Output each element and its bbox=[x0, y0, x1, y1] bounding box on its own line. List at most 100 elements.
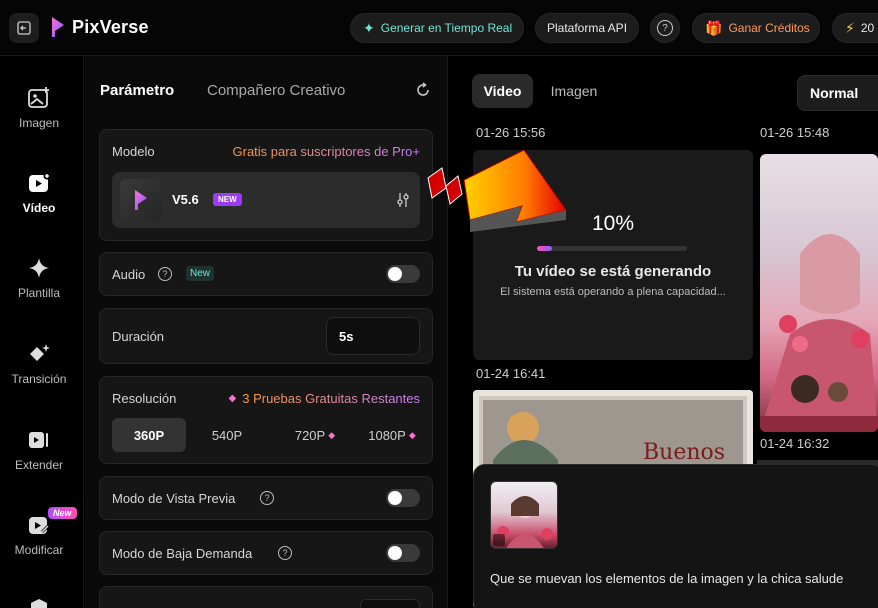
audio-toggle[interactable] bbox=[386, 265, 420, 283]
nav-item-transition[interactable]: Transición bbox=[0, 342, 78, 386]
preview-mode-toggle[interactable] bbox=[386, 489, 420, 507]
pixverse-logo-icon bbox=[52, 17, 64, 37]
resolution-option-label: 1080P bbox=[368, 427, 406, 443]
nav-label: Modificar bbox=[14, 543, 64, 557]
extra-setting-select[interactable] bbox=[360, 599, 420, 608]
resolution-card: Resolución ◆ 3 Pruebas Gratuitas Restant… bbox=[99, 376, 433, 464]
model-selector[interactable]: V5.6 NEW bbox=[112, 172, 420, 228]
exit-icon bbox=[17, 21, 31, 35]
duration-label: Duración bbox=[112, 329, 165, 344]
sliders-icon[interactable] bbox=[396, 192, 410, 213]
nav-item-template[interactable]: Plantilla bbox=[0, 256, 78, 300]
model-promo: Gratis para suscriptores de Pro+ bbox=[232, 144, 421, 159]
bolt-icon: ⚡ bbox=[845, 19, 855, 36]
sparkle-icon: ✦ bbox=[363, 19, 375, 36]
resolution-option-label: 360P bbox=[133, 427, 165, 443]
credits-label: Ganar Créditos bbox=[728, 21, 810, 35]
back-button[interactable] bbox=[9, 13, 39, 43]
nav-item-extend[interactable]: Extender bbox=[0, 428, 78, 472]
video-thumbnail[interactable] bbox=[760, 154, 878, 432]
thumbnail-art bbox=[760, 234, 878, 432]
resolution-option-label: 720P bbox=[294, 427, 326, 443]
nav-item-more[interactable] bbox=[0, 596, 78, 608]
help-icon[interactable]: ? bbox=[260, 491, 274, 505]
free-trials-text: 3 Pruebas Gratuitas Restantes bbox=[242, 391, 420, 406]
audio-label: Audio bbox=[112, 267, 146, 282]
resolution-option-label: 540P bbox=[211, 427, 243, 443]
thumbnail-text: Buenos bbox=[643, 440, 726, 465]
image-plus-icon bbox=[27, 86, 51, 110]
reference-image-thumbnail[interactable] bbox=[490, 481, 558, 549]
generating-title: Tu vídeo se está generando bbox=[514, 263, 712, 280]
help-icon[interactable]: ? bbox=[158, 267, 172, 281]
audio-new-badge: New bbox=[186, 266, 215, 281]
progress-fill bbox=[537, 246, 552, 251]
generating-subtitle: El sistema está operando a plena capacid… bbox=[500, 286, 726, 298]
realtime-label: Generar en Tiempo Real bbox=[380, 21, 513, 35]
api-platform-button[interactable]: Plataforma API bbox=[535, 13, 639, 43]
help-button[interactable]: ? bbox=[650, 13, 680, 43]
reset-icon[interactable] bbox=[415, 82, 431, 103]
model-card: Modelo Gratis para suscriptores de Pro+ … bbox=[99, 129, 433, 241]
brand-name: PixVerse bbox=[72, 16, 149, 37]
timestamp: 01-24 16:32 bbox=[760, 436, 830, 451]
extra-setting-row bbox=[99, 586, 433, 608]
duration-select[interactable]: 5s bbox=[326, 317, 420, 355]
resolution-label: Resolución bbox=[112, 391, 177, 406]
tab-parameter[interactable]: Parámetro bbox=[100, 82, 174, 99]
credits-balance: 20 bbox=[860, 21, 875, 35]
low-demand-mode-toggle[interactable] bbox=[386, 544, 420, 562]
duration-row: Duración 5s bbox=[99, 308, 433, 364]
audio-row: Audio ? New bbox=[99, 252, 433, 296]
free-trials: ◆ 3 Pruebas Gratuitas Restantes bbox=[229, 391, 420, 406]
video-plus-icon bbox=[27, 171, 51, 195]
help-icon: ? bbox=[657, 20, 673, 36]
brand-logo[interactable]: PixVerse bbox=[50, 16, 149, 38]
left-nav: Imagen Vídeo Plantilla Transición Extend… bbox=[0, 56, 84, 608]
model-name: V5.6 bbox=[172, 192, 199, 207]
gem-icon: ◆ bbox=[228, 393, 237, 404]
resolution-option-360p[interactable]: 360P bbox=[112, 418, 186, 452]
quality-value: Normal bbox=[810, 85, 859, 101]
credits-balance-button[interactable]: ⚡ 20 bbox=[832, 13, 878, 43]
nav-item-video[interactable]: Vídeo bbox=[0, 171, 78, 215]
tab-video[interactable]: Video bbox=[472, 74, 533, 108]
tab-creative-companion[interactable]: Compañero Creativo bbox=[207, 82, 345, 99]
duration-value: 5s bbox=[339, 328, 354, 344]
resolution-option-720p[interactable]: 720P ◆ bbox=[280, 418, 350, 452]
timestamp: 01-24 16:41 bbox=[476, 366, 546, 381]
help-icon[interactable]: ? bbox=[278, 546, 292, 560]
gift-icon: 🎁 bbox=[705, 19, 723, 36]
nav-item-image[interactable]: Imagen bbox=[0, 86, 78, 130]
resolution-option-540p[interactable]: 540P bbox=[196, 418, 258, 452]
tab-image[interactable]: Imagen bbox=[541, 74, 607, 108]
pixverse-logo-icon bbox=[135, 190, 147, 210]
diamond-sparkle-icon bbox=[27, 342, 51, 366]
api-label: Plataforma API bbox=[546, 21, 628, 35]
nav-label: Extender bbox=[14, 458, 64, 472]
sparkle-icon bbox=[27, 256, 51, 280]
top-header: PixVerse ✦ Generar en Tiempo Real Plataf… bbox=[0, 0, 878, 56]
gem-icon: ◆ bbox=[328, 429, 336, 440]
nav-item-modify[interactable]: New Modificar bbox=[0, 507, 78, 557]
nav-label: Vídeo bbox=[22, 201, 56, 215]
parameter-panel: Parámetro Compañero Creativo Modelo Grat… bbox=[85, 56, 448, 608]
resolution-option-1080p[interactable]: 1080P ◆ bbox=[358, 418, 426, 452]
progress-bar bbox=[537, 246, 687, 251]
low-demand-mode-row: Modo de Baja Demanda ? bbox=[99, 531, 433, 575]
model-new-badge: NEW bbox=[213, 193, 242, 206]
cube-icon bbox=[27, 596, 51, 608]
quality-select[interactable]: Normal bbox=[797, 75, 878, 111]
timestamp: 01-26 15:56 bbox=[476, 125, 546, 140]
nav-label: Plantilla bbox=[17, 286, 61, 300]
thumbnail-art bbox=[493, 496, 553, 548]
model-label: Modelo bbox=[112, 144, 155, 159]
model-thumbnail bbox=[120, 179, 162, 221]
prompt-text: Que se muevan los elementos de la imagen… bbox=[490, 571, 844, 586]
preview-mode-row: Modo de Vista Previa ? bbox=[99, 476, 433, 520]
low-demand-mode-label: Modo de Baja Demanda bbox=[112, 546, 253, 561]
earn-credits-button[interactable]: 🎁 Ganar Créditos bbox=[692, 13, 820, 43]
timestamp: 01-26 15:48 bbox=[760, 125, 830, 140]
realtime-generate-button[interactable]: ✦ Generar en Tiempo Real bbox=[350, 13, 524, 43]
new-badge: New bbox=[48, 507, 77, 519]
